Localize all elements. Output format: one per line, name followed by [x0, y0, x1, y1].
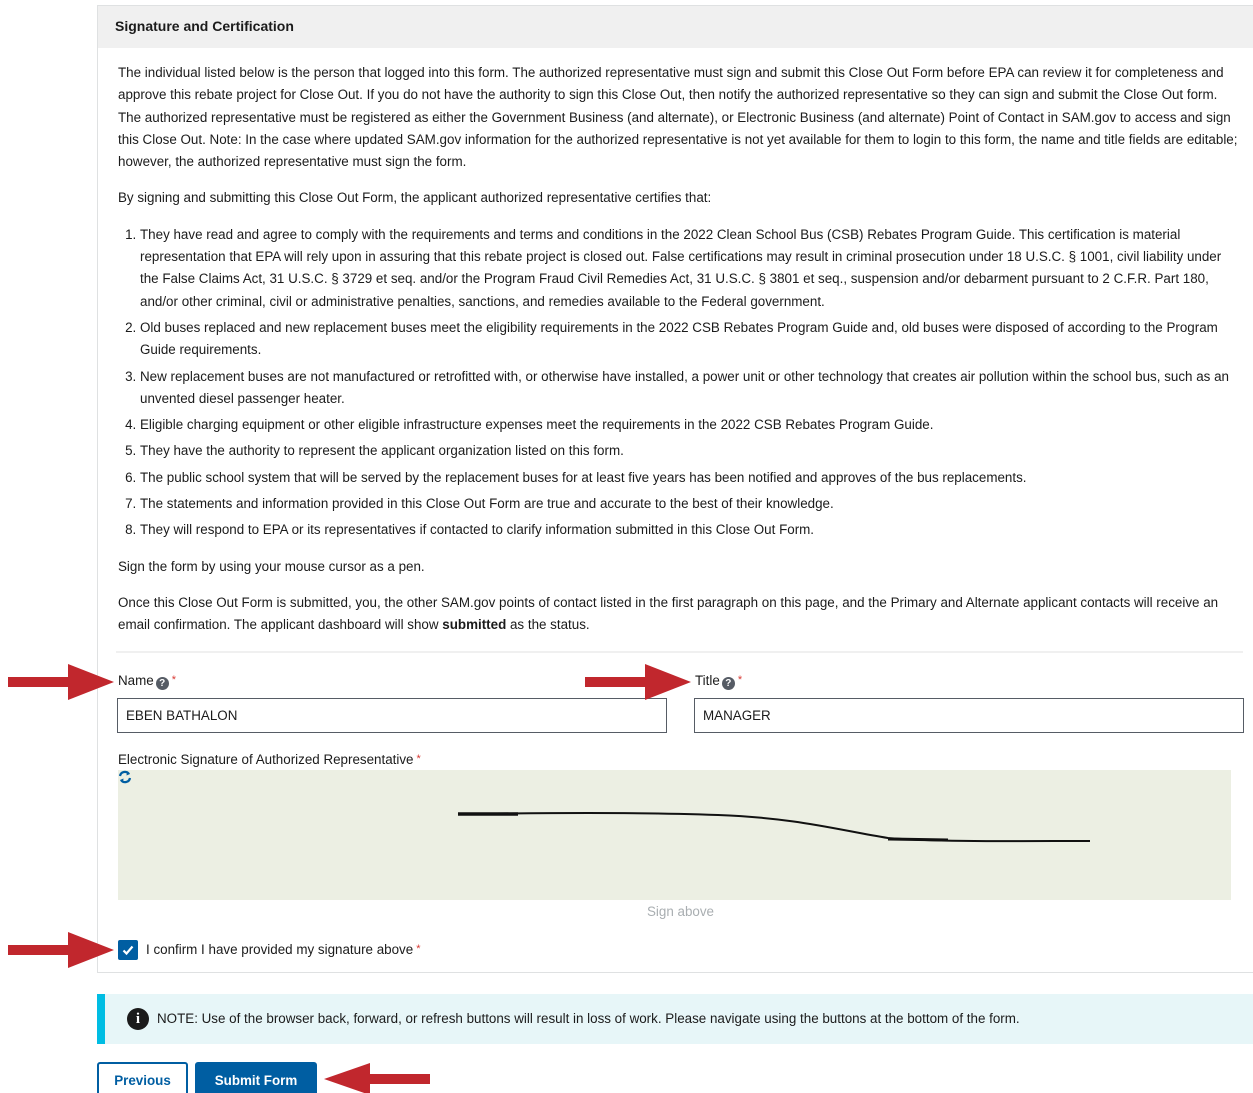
- annotation-arrow: [8, 664, 114, 700]
- previous-button[interactable]: Previous: [97, 1062, 188, 1093]
- title-field-label: Title? *: [695, 673, 743, 690]
- submit-form-button[interactable]: Submit Form: [195, 1062, 317, 1093]
- certification-item: They have the authority to represent the…: [140, 440, 1243, 462]
- certification-item: The public school system that will be se…: [140, 467, 1243, 489]
- confirm-signature-checkbox[interactable]: [118, 940, 138, 960]
- certification-list: They have read and agree to comply with …: [140, 224, 1243, 542]
- certification-item: Old buses replaced and new replacement b…: [140, 317, 1243, 362]
- certify-lead: By signing and submitting this Close Out…: [118, 190, 712, 206]
- certification-item: New replacement buses are not manufactur…: [140, 366, 1243, 411]
- help-icon[interactable]: ?: [721, 677, 735, 690]
- signature-pad[interactable]: [118, 770, 1231, 900]
- alert-text: NOTE: Use of the browser back, forward, …: [157, 1011, 1020, 1026]
- required-marker: *: [416, 753, 421, 765]
- refresh-signature-icon[interactable]: [118, 770, 132, 788]
- help-icon[interactable]: ?: [155, 677, 169, 690]
- confirm-signature-label: I confirm I have provided my signature a…: [146, 942, 421, 957]
- certification-item: Eligible charging equipment or other eli…: [140, 414, 1243, 436]
- signature-stroke: [457, 812, 1091, 843]
- annotation-arrow: [8, 932, 114, 968]
- required-marker: *: [737, 674, 743, 686]
- divider: [116, 650, 1243, 653]
- checkmark-icon: [122, 945, 134, 956]
- name-input[interactable]: [117, 698, 667, 733]
- required-marker: *: [171, 674, 177, 686]
- signature-hint: Sign above: [647, 904, 715, 919]
- title-input[interactable]: [694, 698, 1244, 733]
- name-field-label: Name? *: [118, 673, 177, 690]
- panel-body: The individual listed below is the perso…: [98, 48, 1253, 653]
- certification-item: They will respond to EPA or its represen…: [140, 519, 1243, 541]
- submission-confirmation-text: Once this Close Out Form is submitted, y…: [118, 594, 1219, 633]
- annotation-arrow: [585, 664, 691, 700]
- certification-item: The statements and information provided …: [140, 493, 1243, 515]
- sign-instruction: Sign the form by using your mouse cursor…: [118, 558, 425, 574]
- annotation-arrow: [324, 1063, 430, 1093]
- panel-title: Signature and Certification: [98, 6, 1253, 48]
- required-marker: *: [416, 943, 421, 955]
- certification-item: They have read and agree to comply with …: [140, 224, 1243, 313]
- signature-field-label: Electronic Signature of Authorized Repre…: [118, 752, 421, 767]
- intro-paragraph: The individual listed below is the perso…: [118, 65, 1238, 170]
- navigation-warning-alert: i NOTE: Use of the browser back, forward…: [97, 994, 1253, 1044]
- info-icon: i: [127, 1008, 149, 1030]
- status-keyword: submitted: [442, 617, 507, 633]
